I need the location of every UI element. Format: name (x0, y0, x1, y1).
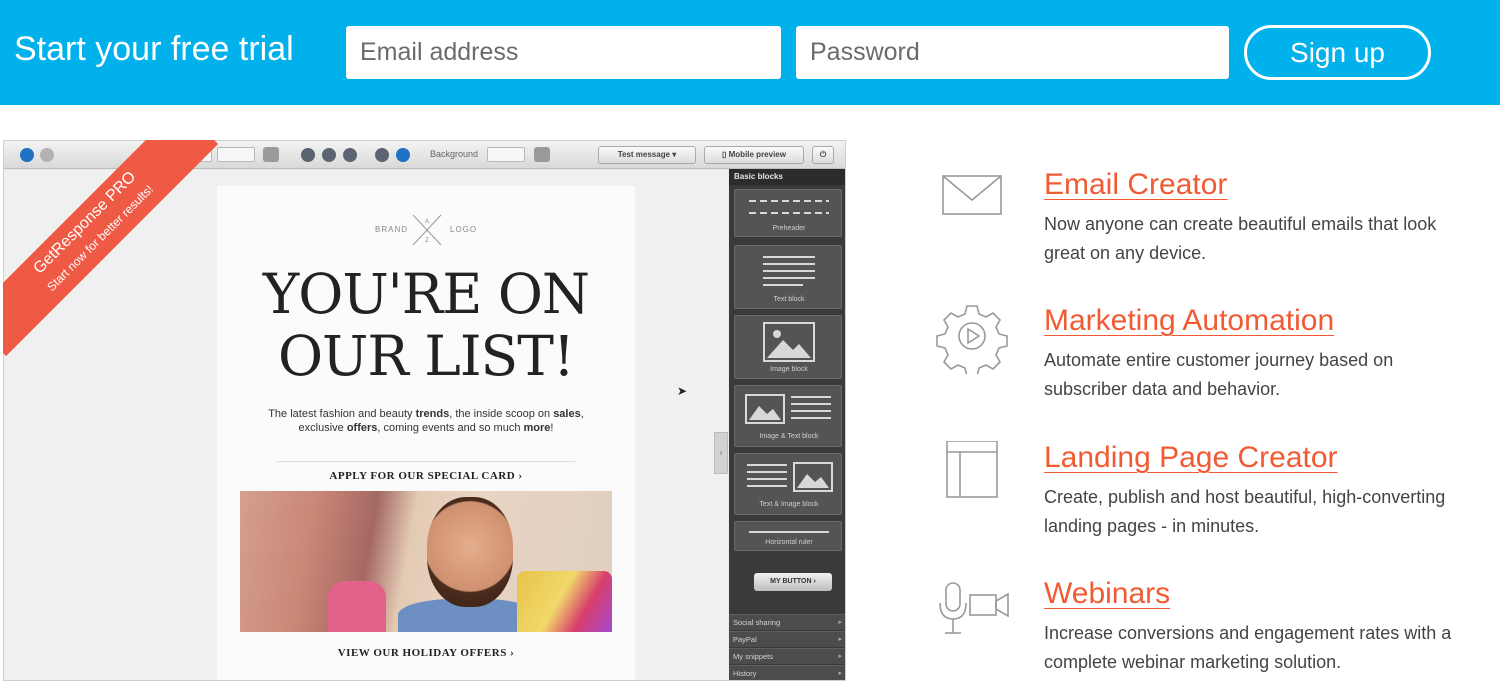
hero-line-1: YOU'RE ON (262, 262, 590, 326)
background-image-icon[interactable] (534, 147, 550, 162)
hero-title: YOU'RE ON OUR LIST! (217, 263, 635, 387)
divider (277, 461, 575, 462)
hero-photo (240, 491, 612, 632)
image-icon (793, 462, 833, 492)
brand-text: BRAND (375, 225, 409, 234)
feature-marketing-automation: Marketing Automation Automate entire cus… (930, 304, 1490, 414)
sub-bold: offers (346, 422, 378, 434)
accordion-social-sharing[interactable]: Social sharing ▸ (729, 614, 845, 630)
image-icon (763, 322, 815, 362)
accordion-label: Social sharing (733, 618, 781, 627)
chevron-right-icon: ▸ (838, 653, 842, 660)
collapse-panel-tab[interactable]: › (714, 432, 728, 474)
password-field[interactable]: Password (796, 26, 1229, 79)
brand-letter-a: A (425, 219, 429, 225)
sign-up-button[interactable]: Sign up (1244, 25, 1431, 80)
align-center-icon[interactable] (322, 148, 336, 162)
my-button-preview: MY BUTTON › (754, 573, 832, 591)
hero-subtitle: The latest fashion and beauty trends, th… (247, 407, 605, 435)
mobile-preview-button[interactable]: ▯ Mobile preview (704, 146, 804, 164)
signup-bar: Start your free trial Email address Pass… (0, 0, 1500, 105)
email-template: BRAND A Z LOGO YOU'RE ON OUR LIST! The l… (217, 186, 635, 680)
sub-bold: trends (415, 408, 450, 420)
sub-bold: sales (553, 408, 581, 420)
envelope-icon (942, 175, 1002, 215)
photo-shopping-bags (517, 571, 612, 632)
chevron-right-icon: ▸ (838, 636, 842, 643)
email-field[interactable]: Email address (346, 26, 781, 79)
ribbon-subtitle: Start now for better results! (44, 182, 156, 294)
accordion-paypal[interactable]: PayPal ▸ (729, 631, 845, 647)
block-label: Preheader (772, 225, 806, 232)
hero-line-2: OUR LIST! (277, 324, 575, 388)
align-left-icon[interactable] (301, 148, 315, 162)
align-right-icon[interactable] (343, 148, 357, 162)
background-select[interactable] (487, 147, 525, 162)
power-icon[interactable]: ⏻ (812, 146, 834, 164)
feature-webinars: Webinars Increase conversions and engage… (930, 577, 1490, 687)
feature-title[interactable]: Landing Page Creator (1044, 441, 1338, 475)
apply-card-link[interactable]: APPLY FOR OUR SPECIAL CARD › (217, 470, 635, 482)
holiday-offers-link[interactable]: VIEW OUR HOLIDAY OFFERS › (217, 647, 635, 659)
block-label: Text block (773, 296, 805, 303)
test-message-button[interactable]: Test message ▾ (598, 146, 696, 164)
brand-cross-icon: A Z (412, 214, 442, 246)
brand-letter-z: Z (425, 238, 429, 244)
accordion-my-snippets[interactable]: My snippets ▸ (729, 648, 845, 664)
layout-icon (946, 441, 998, 498)
block-button[interactable]: MY BUTTON › (734, 557, 842, 607)
logo-text: LOGO (450, 225, 478, 234)
webinar-icon (939, 582, 1009, 634)
block-label: Image & Text block (759, 433, 819, 440)
blocks-panel: Basic blocks Preheader Text block Image … (729, 169, 845, 680)
mouse-cursor-icon: ➤ (677, 384, 688, 398)
mobile-preview-label: Mobile preview (728, 150, 786, 159)
signup-title: Start your free trial (14, 30, 294, 68)
feature-title[interactable]: Marketing Automation (1044, 304, 1334, 338)
sub-text: , (580, 408, 584, 420)
feature-description: Create, publish and host beautiful, high… (1044, 487, 1446, 536)
accordion-label: History (733, 669, 757, 678)
gear-play-icon (936, 305, 1008, 374)
block-horizontal-ruler[interactable]: Horizontal ruler (734, 521, 842, 551)
image-icon (745, 394, 785, 424)
chevron-right-icon: ▸ (838, 670, 842, 677)
feature-description: Automate entire customer journey based o… (1044, 350, 1394, 399)
accordion-label: My snippets (733, 652, 774, 661)
accordion-label: PayPal (733, 635, 757, 644)
feature-description: Increase conversions and engagement rate… (1044, 623, 1452, 672)
brand-logo: BRAND A Z LOGO (217, 210, 635, 250)
test-message-label: Test message (617, 150, 671, 159)
feature-title[interactable]: Email Creator (1044, 168, 1227, 202)
sub-text: , the inside scoop on (449, 408, 554, 420)
background-label: Background (430, 149, 479, 159)
feature-description: Now anyone can create beautiful emails t… (1044, 214, 1437, 263)
zoom-out-icon[interactable] (375, 148, 389, 162)
panel-heading: Basic blocks (729, 169, 845, 185)
promo-ribbon[interactable]: GetResponse PRO Start now for better res… (3, 140, 223, 360)
photo-figure (328, 581, 386, 632)
accordion-history[interactable]: History ▸ (729, 665, 845, 680)
block-label: Horizontal ruler (765, 539, 813, 546)
sub-bold: more (523, 422, 551, 434)
ribbon-banner: GetResponse PRO Start now for better res… (3, 140, 219, 357)
block-preheader[interactable]: Preheader (734, 189, 842, 237)
sub-text: ! (550, 422, 554, 434)
chevron-right-icon: ▸ (838, 619, 842, 626)
feature-landing-page-creator: Landing Page Creator Create, publish and… (930, 441, 1490, 551)
block-image[interactable]: Image block (734, 315, 842, 379)
sub-text: The latest fashion and beauty (268, 408, 416, 420)
zoom-in-icon[interactable] (396, 148, 410, 162)
image-settings-icon[interactable] (263, 147, 279, 162)
feature-title[interactable]: Webinars (1044, 577, 1170, 611)
sub-text: , coming events and so much (377, 422, 524, 434)
block-image-text[interactable]: Image & Text block (734, 385, 842, 447)
block-label: Text & Image block (759, 501, 819, 508)
photo-figure (427, 497, 513, 607)
block-text[interactable]: Text block (734, 245, 842, 309)
feature-email-creator: Email Creator Now anyone can create beau… (930, 168, 1490, 278)
sub-text: exclusive (298, 422, 347, 434)
block-text-image[interactable]: Text & Image block (734, 453, 842, 515)
block-label: Image block (770, 366, 808, 373)
